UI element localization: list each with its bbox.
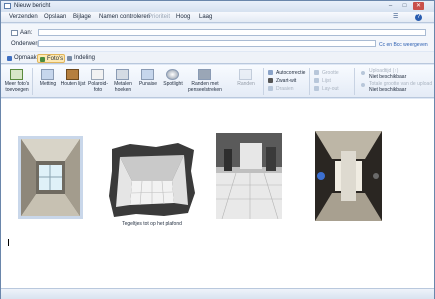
to-button-icon[interactable] [11,30,18,36]
tab-label: Opmaak [14,55,37,61]
black-white-label: Zwart-wit [276,78,297,84]
photos-icon [40,57,45,62]
frame-brushstroke-icon [198,69,211,80]
attachment-button[interactable]: Bijlage [73,14,91,20]
tab-label: Foto's [47,56,64,62]
ribbon-separator [354,68,355,95]
size-button[interactable]: Grootte [314,70,339,76]
frame-polaroid-button[interactable]: Polaroid-foto [85,67,111,96]
frame-pushpin-button[interactable]: Punaise [135,67,161,96]
title-bar: Nieuw bericht – □ ✕ [1,1,434,12]
size-label: Grootte [322,70,339,76]
add-photos-button[interactable]: Meer foto's toevoegen [4,67,30,96]
format-icon [7,56,12,61]
tiles-photo-graphic [109,143,195,217]
save-button[interactable]: Opslaan [44,14,66,20]
ribbon-separator [263,68,264,95]
tab-indeling[interactable]: Indeling [65,54,97,63]
frame-label: Lijst [322,78,331,84]
minimize-button[interactable]: – [385,2,396,10]
priority-low-button[interactable]: Laag [199,14,212,20]
frame-wood-icon [66,69,79,80]
priority-label: Prioriteit [148,14,171,20]
ribbon-label: Houten lijst [60,81,86,87]
close-button[interactable]: ✕ [413,2,424,10]
ribbon-label: Metalen hoeken [114,81,132,93]
frame-polaroid-icon [91,69,104,80]
frame-metting-icon [41,69,54,80]
frame-metal-corners-button[interactable]: Metalen hoeken [110,67,136,96]
photo-hall-floor[interactable] [216,133,282,219]
priority-high-button[interactable]: Hoog [176,14,190,20]
frame-spotlight-icon [166,69,179,80]
frame-icon [314,78,319,83]
pillar-photo-graphic [315,131,382,221]
autocorrect-button[interactable]: Autocorrectie [268,70,305,76]
check-names-button[interactable]: Namen controleren [99,14,150,20]
tab-label: Indeling [74,55,96,61]
show-cc-bcc-link[interactable]: Cc en Bcc weergeven [379,42,428,48]
tab-photos[interactable]: Foto's [37,54,65,63]
rotate-icon [268,86,273,91]
ribbon-label: Punaise [138,81,158,87]
photo-tiles-brushstroke[interactable] [106,141,197,218]
borders-dropdown[interactable]: Randen [233,67,259,96]
photo-ceiling-skylight[interactable] [18,136,83,219]
frame-brushstroke-button[interactable]: Randen met penseelstreken [187,67,223,96]
frame-spotlight-button[interactable]: Spotlight [160,67,186,96]
frame-pushpin-icon [141,69,154,80]
ceiling-photo-graphic [21,139,80,216]
ribbon-tabs: Opmaak Foto's Indeling [1,52,434,64]
frame-metting-button[interactable]: Metting [35,67,61,96]
ribbon-label: Spotlight [163,81,183,87]
help-icon[interactable]: ? [415,14,422,21]
autocorrect-icon [268,70,273,75]
to-label[interactable]: Aan: [20,30,32,36]
photo-caption[interactable]: Tegeltjes tot op het plafond [102,221,202,227]
frame-button[interactable]: Lijst [314,78,331,84]
ribbon-label: Randen met penseelstreken [188,81,222,93]
black-white-button[interactable]: Zwart-wit [268,78,296,84]
menu-options-icon[interactable]: ☰ [393,13,398,20]
upload-size-icon [361,83,365,87]
upload-size-value: Niet beschikbaar [369,87,407,93]
maximize-button[interactable]: □ [399,2,410,10]
borders-icon [239,69,252,80]
ribbon-label: Meer foto's toevoegen [4,81,30,93]
subject-field[interactable] [38,40,376,47]
command-bar: Verzenden Opslaan Bijlage Namen controle… [1,12,434,23]
upload-time-value: Niet beschikbaar [369,74,407,80]
email-compose-window: Nieuw bericht – □ ✕ Verzenden Opslaan Bi… [0,0,435,299]
photos-ribbon: Meer foto's toevoegen Metting Houten lij… [1,65,434,98]
to-field[interactable] [38,29,426,36]
tab-opmaak[interactable]: Opmaak [5,54,37,63]
frame-wood-button[interactable]: Houten lijst [60,67,86,96]
layout-icon [67,56,72,61]
ribbon-label: Randen [237,81,255,87]
add-photos-icon [10,69,23,80]
rotate-label: Draaien [276,86,294,92]
send-button[interactable]: Verzenden [9,14,38,20]
ribbon-separator [309,68,310,95]
layout-icon [314,86,319,91]
window-title: Nieuw bericht [14,3,51,9]
text-cursor [8,239,9,246]
black-white-icon [268,78,273,83]
ribbon-label: Metting [39,81,57,87]
hall-photo-graphic [216,133,282,219]
rotate-button[interactable]: Draaien [268,86,294,92]
message-header: Aan: Onderwerp: [1,24,434,51]
mail-icon [4,3,11,9]
frame-metal-corners-icon [116,69,129,80]
layout-button[interactable]: Lay-out [314,86,339,92]
upload-time-icon [361,71,365,75]
autocorrect-label: Autocorrectie [276,70,306,76]
ribbon-label: Polaroid-foto [87,81,108,93]
size-icon [314,70,319,75]
status-bar [1,288,434,299]
ribbon-separator [32,68,33,95]
photo-pillar-spotlight[interactable] [315,131,382,221]
layout-label: Lay-out [322,86,339,92]
